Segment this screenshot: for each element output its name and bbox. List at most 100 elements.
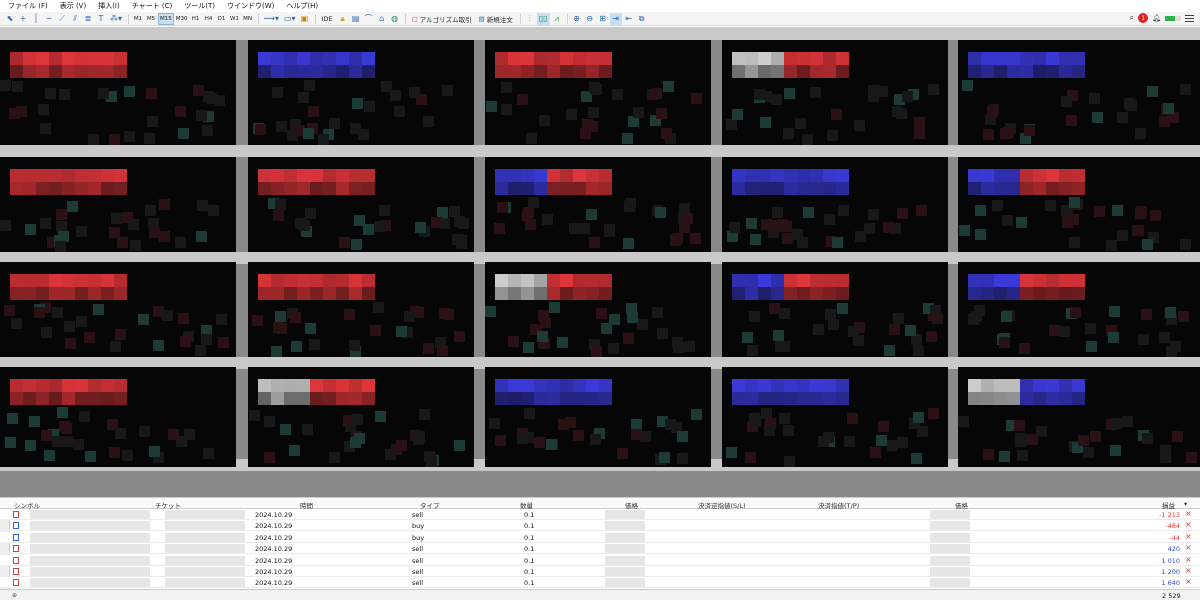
home-icon[interactable]: ⌂	[376, 13, 388, 25]
indicator-icon[interactable]: ▣	[299, 13, 311, 25]
chart-window-r4-c3[interactable]	[485, 367, 711, 467]
wifi-icon[interactable]: ⌒	[363, 13, 375, 25]
chart-pixel	[778, 221, 789, 232]
close-position-icon[interactable]: ×	[1185, 543, 1192, 552]
redacted-price-current	[930, 578, 970, 588]
timeframe-h1[interactable]: H1	[190, 13, 202, 25]
chart-pixel	[975, 205, 986, 216]
chart-window-r4-c2[interactable]	[248, 367, 474, 467]
lock-icon[interactable]: 🔒︎	[337, 13, 349, 25]
chart-pixel	[449, 206, 460, 217]
chart-window-r4-c5[interactable]	[958, 367, 1200, 467]
search-icon[interactable]: ⌕	[1130, 13, 1134, 23]
table-row[interactable]: 2024.10.29 sell 0.1 -1 213 ×	[0, 509, 1200, 520]
chart-window-r1-c4[interactable]	[722, 40, 948, 145]
chart-window-r4-c1[interactable]	[0, 367, 236, 467]
chart-window-r3-c3[interactable]	[485, 262, 711, 357]
close-position-icon[interactable]: ×	[1185, 520, 1192, 529]
chart-pixel	[878, 421, 889, 432]
bar-chart-icon[interactable]: ⫶	[524, 13, 536, 25]
trendline-icon[interactable]: ⟋	[56, 13, 68, 25]
table-row[interactable]: 2024.10.29 buy 0.1 -484 ×	[0, 520, 1200, 532]
close-position-icon[interactable]: ×	[1185, 566, 1192, 575]
ide-button[interactable]: IDE	[319, 13, 336, 25]
chart-window-r2-c4[interactable]	[722, 157, 948, 252]
new-order-button[interactable]: ▤ 新規注文	[476, 13, 516, 25]
chart-window-r1-c2[interactable]	[248, 40, 474, 145]
fibonacci-icon[interactable]: ≣	[82, 13, 94, 25]
chart-pixel	[783, 128, 794, 139]
timeframe-m5[interactable]: M5	[145, 13, 157, 25]
chart-header-pixel	[310, 379, 323, 392]
menu-item-1[interactable]: 表示 (V)	[60, 1, 86, 11]
chart-window-r3-c4[interactable]	[722, 262, 948, 357]
chart-window-r2-c3[interactable]	[485, 157, 711, 252]
chart-window-r1-c3[interactable]	[485, 40, 711, 145]
notification-icon[interactable]: 🔔︎	[1152, 14, 1161, 22]
position-profit: -1 213	[1159, 511, 1180, 519]
table-row[interactable]: 2024.10.29 sell 0.1 1 010 ×	[0, 554, 1200, 566]
crosshair-icon[interactable]: +	[17, 13, 29, 25]
text-icon[interactable]: T	[95, 13, 107, 25]
candlestick-icon[interactable]: ▯▯	[536, 12, 550, 25]
chart-window-r2-c1[interactable]	[0, 157, 236, 252]
menu-item-4[interactable]: ツール(T)	[184, 1, 215, 11]
timeframe-m1[interactable]: M1	[132, 13, 144, 25]
auto-scroll-icon[interactable]: ⇥	[609, 12, 622, 25]
timeframe-d1[interactable]: D1	[216, 13, 228, 25]
chart-header-pixel	[586, 274, 599, 287]
chart-window-r4-c4[interactable]	[722, 367, 948, 467]
chart-pixel	[537, 331, 548, 342]
position-type: sell	[412, 511, 423, 519]
timeframe-w1[interactable]: W1	[229, 13, 241, 25]
chart-header-pixel	[114, 274, 127, 287]
close-position-icon[interactable]: ×	[1185, 555, 1192, 564]
chart-window-r2-c2[interactable]	[248, 157, 474, 252]
menu-item-0[interactable]: ファイル (F)	[8, 1, 48, 11]
chart-window-r1-c1[interactable]	[0, 40, 236, 145]
channel-icon[interactable]: ⫽	[69, 13, 81, 25]
cursor-icon[interactable]: ⬉	[4, 13, 16, 25]
notification-badge[interactable]: 1	[1138, 13, 1149, 23]
chart-shift-icon[interactable]: ⇤	[623, 13, 635, 25]
horizontal-line-icon[interactable]: ─	[43, 13, 55, 25]
timeframe-m30[interactable]: M30	[175, 13, 189, 25]
menu-item-6[interactable]: ヘルプ(H)	[286, 1, 318, 11]
globe-icon[interactable]: ◍	[389, 13, 401, 25]
timeframe-m15[interactable]: M15	[158, 12, 174, 25]
menu-icon[interactable]	[1185, 14, 1194, 22]
chart-window-r2-c5[interactable]	[958, 157, 1200, 252]
vertical-line-icon[interactable]: │	[30, 13, 42, 25]
briefcase-icon[interactable]: ▤	[350, 13, 362, 25]
zoom-out-icon[interactable]: ⊖	[584, 13, 596, 25]
line-chart-icon[interactable]: ⩘	[551, 13, 563, 25]
chart-window-r1-c5[interactable]	[958, 40, 1200, 145]
table-row[interactable]: 2024.10.29 sell 0.1 1 200 ×	[0, 566, 1200, 577]
screenshot-icon[interactable]: ⧉	[636, 13, 648, 25]
close-position-icon[interactable]: ×	[1185, 509, 1192, 518]
close-position-icon[interactable]: ×	[1185, 532, 1192, 541]
chart-window-r3-c1[interactable]	[0, 262, 236, 357]
algo-trading-button[interactable]: ▢ アルゴリズム取引	[409, 13, 475, 25]
timeframe-mn[interactable]: MN	[242, 13, 254, 25]
close-position-icon[interactable]: ×	[1185, 577, 1192, 586]
zoom-in-icon[interactable]: ⊕	[571, 13, 583, 25]
chart-type-icon[interactable]: ⟿▾	[262, 13, 281, 25]
grid-icon[interactable]: ⊞	[597, 13, 609, 25]
chart-window-r3-c5[interactable]	[958, 262, 1200, 357]
chart-pixel	[623, 333, 634, 344]
chart-header-pixel	[823, 52, 836, 65]
timeframe-h4[interactable]: H4	[203, 13, 215, 25]
menu-item-5[interactable]: ウインドウ(W)	[227, 1, 274, 11]
chart-pixel	[896, 108, 907, 119]
menu-item-3[interactable]: チャート (C)	[132, 1, 173, 11]
table-row[interactable]: 2024.10.29 sell 0.1 1 640 ×	[0, 577, 1200, 589]
menu-item-2[interactable]: 挿入(I)	[98, 1, 120, 11]
chart-header-pixel	[560, 392, 573, 405]
shapes-icon[interactable]: ⁂▾	[108, 13, 124, 25]
chart-header-pixel	[284, 274, 297, 287]
chart-window-r3-c2[interactable]	[248, 262, 474, 357]
table-row[interactable]: 2024.10.29 sell 0.1 420 ×	[0, 543, 1200, 555]
template-icon[interactable]: ▭▾	[282, 13, 298, 25]
table-row[interactable]: 2024.10.29 buy 0.1 -44 ×	[0, 531, 1200, 543]
